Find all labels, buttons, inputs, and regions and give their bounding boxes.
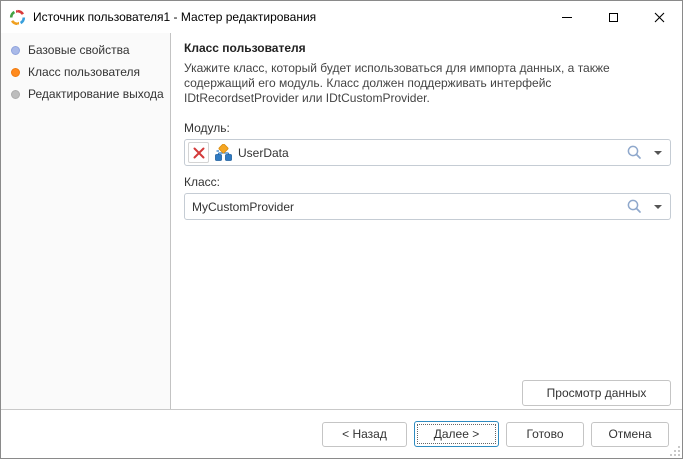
app-icon (9, 9, 26, 25)
page-description: Укажите класс, который будет использоват… (184, 61, 610, 105)
page-content: Класс пользователя Укажите класс, которы… (171, 33, 682, 409)
main-area: Базовые свойства Класс пользователя Реда… (1, 33, 682, 409)
resize-grip-icon[interactable] (670, 446, 680, 456)
maximize-button[interactable] (590, 1, 636, 33)
step-label: Базовые свойства (28, 43, 130, 57)
caption-buttons (544, 1, 682, 33)
clear-module-button[interactable] (188, 142, 209, 163)
close-icon (654, 12, 664, 22)
step-pending-dot-icon (11, 89, 20, 99)
class-field-value: MyCustomProvider (192, 199, 295, 214)
page-title: Класс пользователя (184, 41, 306, 55)
maximize-icon (608, 12, 618, 22)
minimize-icon (562, 16, 572, 18)
step-label: Класс пользователя (28, 65, 140, 79)
wizard-window: Источник пользователя1 - Мастер редактир… (0, 0, 683, 459)
module-field-value: UserData (238, 145, 289, 160)
minimize-button[interactable] (544, 1, 590, 33)
step-label: Редактирование выхода (28, 87, 164, 101)
search-icon[interactable] (626, 198, 643, 215)
clear-x-icon (193, 147, 204, 158)
step-done-dot-icon (11, 45, 20, 55)
module-field-controls (626, 144, 662, 161)
wizard-steps-sidebar: Базовые свойства Класс пользователя Реда… (1, 33, 171, 409)
step-basic-properties[interactable]: Базовые свойства (1, 39, 170, 61)
finish-button[interactable]: Готово (506, 421, 584, 447)
module-icon (215, 144, 232, 161)
class-dropdown-arrow-icon[interactable] (654, 204, 662, 209)
module-field[interactable]: UserData (184, 139, 671, 166)
class-field-controls (626, 198, 662, 215)
module-field-label: Модуль: (184, 121, 230, 135)
close-button[interactable] (636, 1, 682, 33)
cancel-button[interactable]: Отмена (591, 421, 669, 447)
titlebar: Источник пользователя1 - Мастер редактир… (1, 1, 682, 33)
module-dropdown-arrow-icon[interactable] (654, 150, 662, 155)
class-field[interactable]: MyCustomProvider (184, 193, 671, 220)
search-icon[interactable] (626, 144, 643, 161)
step-current-dot-icon (11, 67, 20, 77)
preview-data-button[interactable]: Просмотр данных (522, 380, 671, 406)
window-title: Источник пользователя1 - Мастер редактир… (33, 10, 317, 24)
footer-bar: < Назад Далее > Готово Отмена (1, 409, 682, 458)
next-button[interactable]: Далее > (414, 421, 499, 447)
step-user-class[interactable]: Класс пользователя (1, 61, 170, 83)
class-field-label: Класс: (184, 175, 220, 189)
step-output-editing[interactable]: Редактирование выхода (1, 83, 170, 105)
back-button[interactable]: < Назад (322, 421, 407, 447)
